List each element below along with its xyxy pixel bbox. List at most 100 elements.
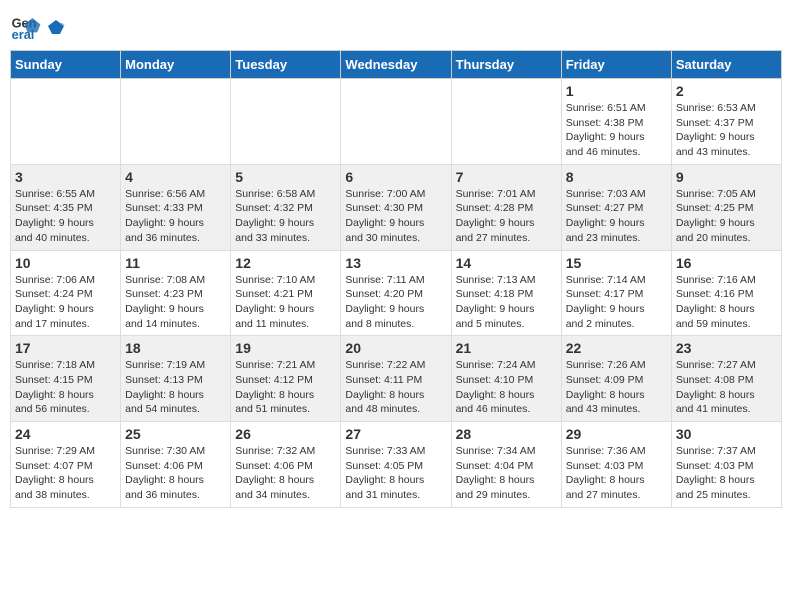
logo-bird	[46, 18, 66, 38]
day-number: 12	[235, 255, 336, 271]
header-wednesday: Wednesday	[341, 51, 451, 79]
day-number: 16	[676, 255, 777, 271]
day-cell: 9 Sunrise: 7:05 AM Sunset: 4:25 PM Daylig…	[671, 164, 781, 250]
day-number: 23	[676, 340, 777, 356]
day-cell	[11, 79, 121, 165]
week-row-1: 1 Sunrise: 6:51 AM Sunset: 4:38 PM Daylig…	[11, 79, 782, 165]
day-cell: 1 Sunrise: 6:51 AM Sunset: 4:38 PM Daylig…	[561, 79, 671, 165]
day-number: 5	[235, 169, 336, 185]
day-number: 6	[345, 169, 446, 185]
day-info: Sunrise: 7:27 AM Sunset: 4:08 PM Dayligh…	[676, 358, 777, 417]
day-info: Sunrise: 6:56 AM Sunset: 4:33 PM Dayligh…	[125, 187, 226, 246]
day-info: Sunrise: 7:26 AM Sunset: 4:09 PM Dayligh…	[566, 358, 667, 417]
header-thursday: Thursday	[451, 51, 561, 79]
day-info: Sunrise: 6:58 AM Sunset: 4:32 PM Dayligh…	[235, 187, 336, 246]
day-number: 14	[456, 255, 557, 271]
day-info: Sunrise: 7:14 AM Sunset: 4:17 PM Dayligh…	[566, 273, 667, 332]
day-info: Sunrise: 7:30 AM Sunset: 4:06 PM Dayligh…	[125, 444, 226, 503]
day-number: 30	[676, 426, 777, 442]
day-cell: 30 Sunrise: 7:37 AM Sunset: 4:03 PM Dayli…	[671, 422, 781, 508]
day-cell: 28 Sunrise: 7:34 AM Sunset: 4:04 PM Dayli…	[451, 422, 561, 508]
day-cell: 27 Sunrise: 7:33 AM Sunset: 4:05 PM Dayli…	[341, 422, 451, 508]
day-number: 25	[125, 426, 226, 442]
day-cell: 13Sunrise: 7:11 AM Sunset: 4:20 PM Dayli…	[341, 250, 451, 336]
day-info: Sunrise: 6:53 AM Sunset: 4:37 PM Dayligh…	[676, 101, 777, 160]
day-info: Sunrise: 7:10 AM Sunset: 4:21 PM Dayligh…	[235, 273, 336, 332]
day-number: 2	[676, 83, 777, 99]
day-cell: 24 Sunrise: 7:29 AM Sunset: 4:07 PM Dayli…	[11, 422, 121, 508]
day-cell	[231, 79, 341, 165]
day-cell: 17 Sunrise: 7:18 AM Sunset: 4:15 PM Dayli…	[11, 336, 121, 422]
day-number: 19	[235, 340, 336, 356]
day-cell: 26 Sunrise: 7:32 AM Sunset: 4:06 PM Dayli…	[231, 422, 341, 508]
day-number: 9	[676, 169, 777, 185]
day-info: Sunrise: 7:34 AM Sunset: 4:04 PM Dayligh…	[456, 444, 557, 503]
day-cell	[451, 79, 561, 165]
day-info: Sunrise: 7:01 AM Sunset: 4:28 PM Dayligh…	[456, 187, 557, 246]
day-info: Sunrise: 7:05 AM Sunset: 4:25 PM Dayligh…	[676, 187, 777, 246]
day-cell: 6 Sunrise: 7:00 AM Sunset: 4:30 PM Daylig…	[341, 164, 451, 250]
day-cell: 2 Sunrise: 6:53 AM Sunset: 4:37 PM Daylig…	[671, 79, 781, 165]
day-number: 27	[345, 426, 446, 442]
day-info: Sunrise: 7:21 AM Sunset: 4:12 PM Dayligh…	[235, 358, 336, 417]
day-cell: 7Sunrise: 7:01 AM Sunset: 4:28 PM Daylig…	[451, 164, 561, 250]
day-cell: 16Sunrise: 7:16 AM Sunset: 4:16 PM Dayli…	[671, 250, 781, 336]
day-info: Sunrise: 7:19 AM Sunset: 4:13 PM Dayligh…	[125, 358, 226, 417]
day-cell: 8 Sunrise: 7:03 AM Sunset: 4:27 PM Daylig…	[561, 164, 671, 250]
day-info: Sunrise: 7:29 AM Sunset: 4:07 PM Dayligh…	[15, 444, 116, 503]
day-info: Sunrise: 7:37 AM Sunset: 4:03 PM Dayligh…	[676, 444, 777, 503]
day-number: 13	[345, 255, 446, 271]
day-number: 1	[566, 83, 667, 99]
day-number: 21	[456, 340, 557, 356]
day-cell: 15 Sunrise: 7:14 AM Sunset: 4:17 PM Dayli…	[561, 250, 671, 336]
day-info: Sunrise: 7:03 AM Sunset: 4:27 PM Dayligh…	[566, 187, 667, 246]
day-info: Sunrise: 6:51 AM Sunset: 4:38 PM Dayligh…	[566, 101, 667, 160]
day-cell: 10Sunrise: 7:06 AM Sunset: 4:24 PM Dayli…	[11, 250, 121, 336]
day-info: Sunrise: 7:13 AM Sunset: 4:18 PM Dayligh…	[456, 273, 557, 332]
day-number: 24	[15, 426, 116, 442]
day-cell: 18 Sunrise: 7:19 AM Sunset: 4:13 PM Dayli…	[121, 336, 231, 422]
day-number: 28	[456, 426, 557, 442]
day-cell: 23 Sunrise: 7:27 AM Sunset: 4:08 PM Dayli…	[671, 336, 781, 422]
day-cell: 3 Sunrise: 6:55 AM Sunset: 4:35 PM Daylig…	[11, 164, 121, 250]
day-cell: 29Sunrise: 7:36 AM Sunset: 4:03 PM Dayli…	[561, 422, 671, 508]
day-number: 11	[125, 255, 226, 271]
day-number: 3	[15, 169, 116, 185]
day-cell: 11Sunrise: 7:08 AM Sunset: 4:23 PM Dayli…	[121, 250, 231, 336]
day-cell	[121, 79, 231, 165]
day-number: 15	[566, 255, 667, 271]
day-cell	[341, 79, 451, 165]
day-info: Sunrise: 7:36 AM Sunset: 4:03 PM Dayligh…	[566, 444, 667, 503]
day-cell: 19 Sunrise: 7:21 AM Sunset: 4:12 PM Dayli…	[231, 336, 341, 422]
header-row: SundayMondayTuesdayWednesdayThursdayFrid…	[11, 51, 782, 79]
day-cell: 25 Sunrise: 7:30 AM Sunset: 4:06 PM Dayli…	[121, 422, 231, 508]
header-tuesday: Tuesday	[231, 51, 341, 79]
day-cell: 12 Sunrise: 7:10 AM Sunset: 4:21 PM Dayli…	[231, 250, 341, 336]
header-saturday: Saturday	[671, 51, 781, 79]
day-cell: 5 Sunrise: 6:58 AM Sunset: 4:32 PM Daylig…	[231, 164, 341, 250]
logo-icon: Gen eral	[10, 10, 42, 42]
week-row-3: 10Sunrise: 7:06 AM Sunset: 4:24 PM Dayli…	[11, 250, 782, 336]
day-info: Sunrise: 7:18 AM Sunset: 4:15 PM Dayligh…	[15, 358, 116, 417]
day-info: Sunrise: 7:32 AM Sunset: 4:06 PM Dayligh…	[235, 444, 336, 503]
day-number: 4	[125, 169, 226, 185]
day-info: Sunrise: 6:55 AM Sunset: 4:35 PM Dayligh…	[15, 187, 116, 246]
header-monday: Monday	[121, 51, 231, 79]
calendar-table: SundayMondayTuesdayWednesdayThursdayFrid…	[10, 50, 782, 508]
header-sunday: Sunday	[11, 51, 121, 79]
header-friday: Friday	[561, 51, 671, 79]
header: Gen eral	[10, 10, 782, 42]
day-number: 17	[15, 340, 116, 356]
day-number: 20	[345, 340, 446, 356]
day-number: 10	[15, 255, 116, 271]
day-info: Sunrise: 7:00 AM Sunset: 4:30 PM Dayligh…	[345, 187, 446, 246]
day-cell: 20 Sunrise: 7:22 AM Sunset: 4:11 PM Dayli…	[341, 336, 451, 422]
day-number: 26	[235, 426, 336, 442]
week-row-5: 24 Sunrise: 7:29 AM Sunset: 4:07 PM Dayli…	[11, 422, 782, 508]
day-cell: 21Sunrise: 7:24 AM Sunset: 4:10 PM Dayli…	[451, 336, 561, 422]
day-info: Sunrise: 7:22 AM Sunset: 4:11 PM Dayligh…	[345, 358, 446, 417]
day-number: 8	[566, 169, 667, 185]
day-number: 18	[125, 340, 226, 356]
day-info: Sunrise: 7:33 AM Sunset: 4:05 PM Dayligh…	[345, 444, 446, 503]
logo: Gen eral	[10, 10, 66, 42]
